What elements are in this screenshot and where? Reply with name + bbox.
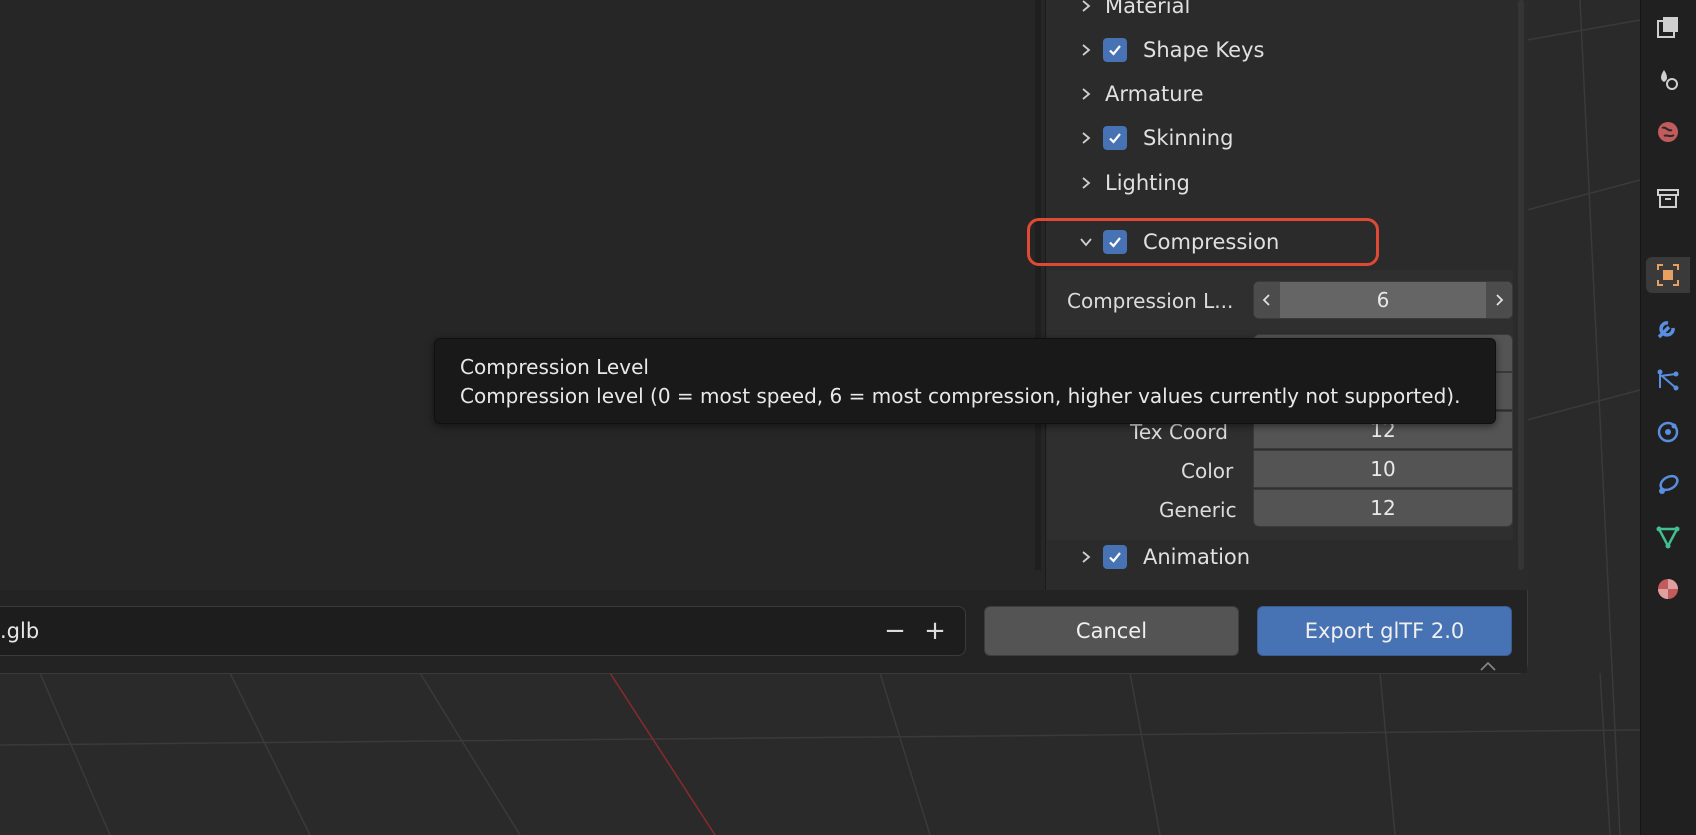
color-label: Color: [1181, 459, 1234, 483]
constraints-icon[interactable]: [1650, 467, 1686, 503]
row-label: Animation: [1143, 545, 1251, 569]
chevron-right-icon[interactable]: [1076, 128, 1096, 148]
chevron-right-icon[interactable]: [1076, 0, 1096, 16]
row-label: Lighting: [1105, 171, 1190, 195]
tooltip: Compression Level Compression level (0 =…: [434, 338, 1496, 424]
animation-checkbox[interactable]: [1103, 545, 1127, 569]
particles-icon[interactable]: [1650, 362, 1686, 398]
row-label: Armature: [1105, 82, 1204, 106]
row-label: Material: [1105, 0, 1191, 18]
color-field[interactable]: 10: [1253, 450, 1513, 488]
generic-label: Generic: [1159, 498, 1237, 522]
chevron-right-icon[interactable]: [1076, 173, 1096, 193]
file-browser-area: [0, 0, 1045, 590]
world-icon[interactable]: [1650, 114, 1686, 150]
file-area-scrollbar[interactable]: [1035, 0, 1041, 570]
row-label: Shape Keys: [1143, 38, 1265, 62]
chevron-right-icon[interactable]: [1076, 84, 1096, 104]
row-lighting[interactable]: Lighting: [1045, 161, 1515, 205]
material-icon[interactable]: [1650, 571, 1686, 607]
object-icon[interactable]: [1646, 257, 1690, 293]
increment-arrow-icon[interactable]: [1486, 282, 1512, 318]
color-value: 10: [1370, 457, 1396, 481]
chevron-right-icon[interactable]: [1076, 547, 1096, 567]
cancel-button[interactable]: Cancel: [984, 606, 1239, 656]
chevron-right-icon[interactable]: [1076, 40, 1096, 60]
skinning-checkbox[interactable]: [1103, 126, 1127, 150]
tooltip-description: Compression level (0 = most speed, 6 = m…: [460, 384, 1461, 408]
options-scrollbar[interactable]: [1518, 0, 1524, 570]
render-icon[interactable]: [1650, 10, 1686, 46]
checkmark-icon: [1109, 133, 1121, 144]
compression-highlight-ring: [1027, 218, 1379, 266]
filename-text: .glb: [0, 619, 40, 643]
row-material[interactable]: Material: [1045, 0, 1515, 28]
tooltip-title: Compression Level: [460, 355, 649, 379]
row-animation[interactable]: Animation: [1045, 535, 1515, 579]
decrement-arrow-icon[interactable]: [1254, 282, 1280, 318]
row-armature[interactable]: Armature: [1045, 72, 1515, 116]
export-gltf-button[interactable]: Export glTF 2.0: [1257, 606, 1512, 656]
decrement-filename-button[interactable]: −: [880, 615, 910, 647]
collection-icon[interactable]: [1650, 180, 1686, 216]
compression-level-field[interactable]: 6: [1253, 281, 1513, 319]
row-label: Skinning: [1143, 126, 1234, 150]
data-icon[interactable]: [1650, 519, 1686, 555]
output-icon[interactable]: [1650, 62, 1686, 98]
compression-level-value: 6: [1376, 288, 1390, 312]
compression-level-label: Compression L...: [1067, 289, 1234, 313]
shape-keys-checkbox[interactable]: [1103, 38, 1127, 62]
physics-icon[interactable]: [1650, 414, 1686, 450]
checkmark-icon: [1109, 45, 1121, 56]
checkmark-icon: [1109, 552, 1121, 563]
increment-filename-button[interactable]: +: [920, 615, 950, 647]
generic-field[interactable]: 12: [1253, 489, 1513, 527]
filename-input[interactable]: .glb − +: [0, 606, 966, 656]
resize-handle-icon[interactable]: [1478, 659, 1498, 673]
row-shape-keys[interactable]: Shape Keys: [1045, 28, 1515, 72]
generic-value: 12: [1370, 496, 1396, 520]
row-skinning[interactable]: Skinning: [1045, 116, 1515, 160]
modifier-icon[interactable]: [1650, 310, 1686, 346]
